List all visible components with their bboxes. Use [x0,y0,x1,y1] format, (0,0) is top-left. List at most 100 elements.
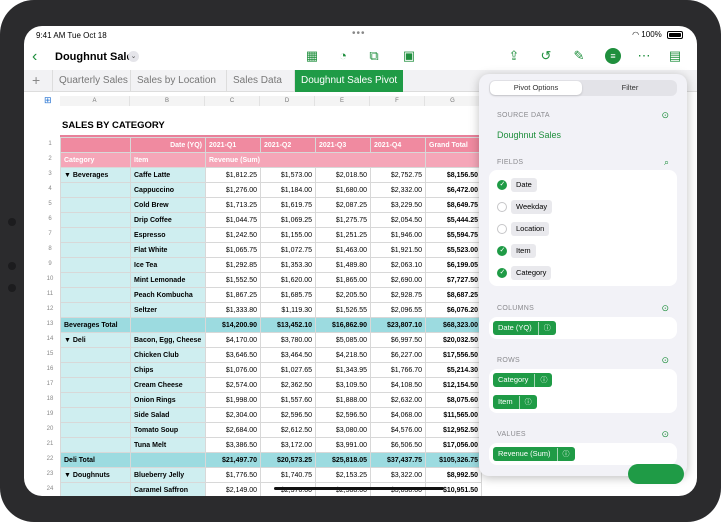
row-number[interactable]: 7 [40,231,60,237]
item-cell[interactable]: Caramel Saffron [130,482,206,496]
value-cell[interactable]: $1,343.95 [315,362,371,378]
grand-total-cell[interactable]: $6,199.05 [425,257,482,273]
home-indicator[interactable] [274,487,444,490]
value-cell[interactable]: $21,497.70 [205,452,261,468]
share-icon[interactable]: ⇪ [506,48,522,64]
value-cell[interactable]: $1,888.00 [315,392,371,408]
header-cell[interactable] [425,152,482,168]
grand-total-cell[interactable]: $11,565.00 [425,407,482,423]
category-cell[interactable] [60,242,131,258]
header-cell[interactable]: Revenue (Sum) [205,152,426,168]
value-cell[interactable]: $2,690.00 [370,272,426,288]
item-cell[interactable]: Onion Rings [130,392,206,408]
more-icon[interactable]: ⋯ [636,48,652,64]
chart-icon[interactable]: ◔ [335,48,351,64]
item-cell[interactable]: Chicken Club [130,347,206,363]
header-cell[interactable]: Grand Total [425,137,482,153]
item-cell[interactable]: Drip Coffee [130,212,206,228]
row-number[interactable]: 20 [40,426,60,432]
value-cell[interactable]: $1,076.00 [205,362,261,378]
value-cell[interactable]: $2,149.00 [205,482,261,496]
grand-total-cell[interactable]: $8,649.75 [425,197,482,213]
back-chevron-icon[interactable]: ‹ [32,48,37,66]
value-cell[interactable]: $4,576.00 [370,422,426,438]
row-number[interactable]: 11 [40,291,60,297]
item-cell[interactable]: Caffe Latte [130,167,206,183]
tab-sales-data[interactable]: Sales Data [226,70,288,92]
value-cell[interactable]: $1,620.00 [260,272,316,288]
value-cell[interactable]: $1,921.50 [370,242,426,258]
item-cell[interactable]: Tuna Melt [130,437,206,453]
category-cell[interactable] [60,227,131,243]
shapes-icon[interactable]: ⧉ [366,48,382,64]
value-cell[interactable]: $3,109.50 [315,377,371,393]
grand-total-cell[interactable]: $8,687.25 [425,287,482,303]
value-cell[interactable]: $1,489.80 [315,257,371,273]
row-field-pill[interactable]: Category ⓘ [493,373,553,388]
format-brush-icon[interactable]: ✎ [571,48,587,64]
value-cell[interactable]: $1,463.00 [315,242,371,258]
value-cell[interactable]: $1,069.25 [260,212,316,228]
row-field-pill[interactable]: Item ⓘ [493,395,537,410]
value-cell[interactable]: $1,276.00 [205,182,261,198]
tab-sales-by-location[interactable]: Sales by Location [130,70,222,92]
value-cell[interactable]: $14,200.90 [205,317,261,333]
value-cell[interactable]: $2,096.55 [370,302,426,318]
value-cell[interactable]: $3,464.50 [260,347,316,363]
add-sheet-icon[interactable]: + [32,72,40,88]
category-cell[interactable] [60,302,131,318]
row-number[interactable]: 2 [40,156,60,162]
grand-total-cell[interactable]: $68,323.00 [425,317,482,333]
grand-total-cell[interactable]: $17,056.00 [425,437,482,453]
grand-total-cell[interactable]: $5,594.75 [425,227,482,243]
value-cell[interactable]: $3,646.50 [205,347,261,363]
item-cell[interactable]: Espresso [130,227,206,243]
value-cell[interactable]: $1,027.65 [260,362,316,378]
value-cell[interactable]: $4,108.50 [370,377,426,393]
checkbox-empty-icon[interactable] [497,202,507,212]
grand-total-cell[interactable]: $12,952.50 [425,422,482,438]
value-cell[interactable]: $1,184.00 [260,182,316,198]
checkmark-icon[interactable] [497,268,507,278]
row-number[interactable]: 5 [40,201,60,207]
tab-doughnut-sales-pivot[interactable]: Doughnut Sales Pivot [294,70,404,92]
row-number[interactable]: 18 [40,396,60,402]
table-icon[interactable]: ▦ [304,48,320,64]
value-cell[interactable]: $1,946.00 [370,227,426,243]
column-field-pill[interactable]: Date (YQ) ⓘ [493,321,556,336]
row-number[interactable]: 1 [40,141,60,147]
item-cell[interactable]: Flat White [130,242,206,258]
grand-total-cell[interactable]: $7,727.50 [425,272,482,288]
row-number[interactable]: 24 [40,486,60,492]
value-field-pill[interactable]: Revenue (Sum) ⓘ [493,447,575,462]
row-number[interactable]: 23 [40,471,60,477]
category-cell[interactable] [60,197,131,213]
field-label[interactable]: Location [511,222,550,236]
value-cell[interactable]: $2,574.00 [205,377,261,393]
more-options-icon[interactable]: ⊙ [661,110,669,121]
grand-total-cell[interactable]: $8,075.60 [425,392,482,408]
field-label[interactable]: Date [511,178,537,192]
value-cell[interactable]: $1,552.50 [205,272,261,288]
category-cell[interactable]: Beverages Total [60,317,131,333]
category-cell[interactable]: ▼ Doughnuts [60,467,131,483]
value-cell[interactable]: $1,685.75 [260,287,316,303]
category-cell[interactable]: Deli Total [60,452,131,468]
value-cell[interactable]: $4,218.50 [315,347,371,363]
column-header[interactable]: B [130,96,205,106]
item-cell[interactable]: Blueberry Jelly [130,467,206,483]
header-cell[interactable]: 2021-Q2 [260,137,316,153]
field-label[interactable]: Category [511,266,552,280]
column-header[interactable]: G [425,96,481,106]
value-cell[interactable]: $3,229.50 [370,197,426,213]
item-cell[interactable]: Seltzer [130,302,206,318]
item-cell[interactable]: Bacon, Egg, Cheese [130,332,206,348]
grand-total-cell[interactable]: $6,472.00 [425,182,482,198]
item-cell[interactable] [130,452,206,468]
more-options-icon[interactable]: ⊙ [661,429,669,440]
value-cell[interactable]: $1,526.55 [315,302,371,318]
grand-total-cell[interactable]: $20,032.50 [425,332,482,348]
more-options-icon[interactable]: ⊙ [661,355,669,366]
item-cell[interactable]: Tomato Soup [130,422,206,438]
value-cell[interactable]: $1,766.70 [370,362,426,378]
